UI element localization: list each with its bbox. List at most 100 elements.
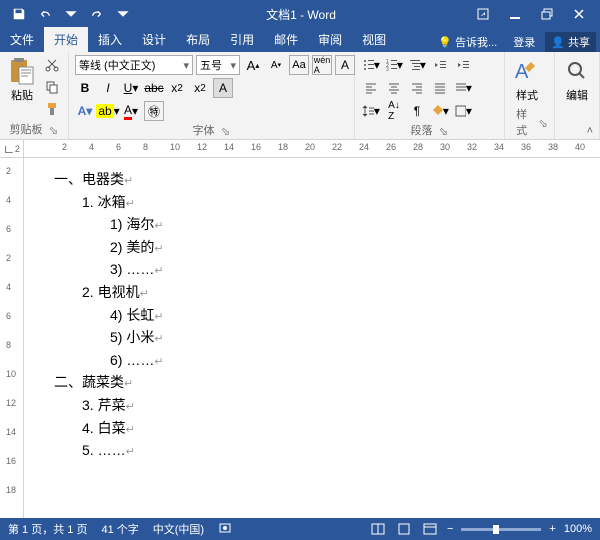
tab-home[interactable]: 开始: [44, 27, 88, 52]
ribbon-display-options[interactable]: [468, 3, 498, 25]
change-case-button[interactable]: Aa: [289, 55, 309, 75]
chevron-down-icon[interactable]: ▾: [179, 59, 189, 72]
svg-text:3: 3: [386, 67, 389, 72]
zoom-slider[interactable]: [461, 528, 541, 531]
paragraph-launcher[interactable]: ⬂: [438, 125, 448, 135]
document-line[interactable]: 4) 长虹↵: [54, 304, 570, 327]
numbering-button[interactable]: 123▾: [384, 55, 404, 75]
horizontal-ruler[interactable]: ∟ 2 246810121416182022242628303234363840: [0, 140, 600, 158]
char-shading-button[interactable]: A: [213, 78, 233, 98]
tab-insert[interactable]: 插入: [88, 27, 132, 52]
distributed-button[interactable]: ▾: [453, 78, 473, 98]
print-layout-button[interactable]: [395, 522, 413, 536]
underline-button[interactable]: U▾: [121, 78, 141, 98]
shrink-font-button[interactable]: A▾: [266, 55, 286, 75]
save-button[interactable]: [8, 3, 30, 25]
enclose-char-button[interactable]: ㊕: [144, 101, 164, 121]
multilevel-list-button[interactable]: ▾: [407, 55, 427, 75]
styles-launcher[interactable]: ⬂: [538, 117, 548, 127]
document-line[interactable]: 5. ……↵: [54, 439, 570, 462]
word-count[interactable]: 41 个字: [101, 521, 138, 537]
tab-file[interactable]: 文件: [0, 27, 44, 52]
ruler-tick: 4: [89, 142, 94, 152]
zoom-level[interactable]: 100%: [564, 523, 592, 535]
bullets-button[interactable]: ▾: [361, 55, 381, 75]
vertical-ruler[interactable]: 24624681012141618: [0, 158, 24, 518]
decrease-indent-button[interactable]: [430, 55, 450, 75]
paste-button[interactable]: 粘贴: [6, 55, 38, 105]
tab-review[interactable]: 审阅: [308, 27, 352, 52]
copy-button[interactable]: [42, 77, 62, 97]
format-painter-button[interactable]: [42, 99, 62, 119]
document-line[interactable]: 2. 电视机↵: [54, 281, 570, 304]
bold-button[interactable]: B: [75, 78, 95, 98]
grow-font-button[interactable]: A▴: [243, 55, 263, 75]
tab-mail[interactable]: 邮件: [264, 27, 308, 52]
superscript-button[interactable]: x2: [190, 78, 210, 98]
align-left-button[interactable]: [361, 78, 381, 98]
share-button[interactable]: 👤 共享: [545, 32, 596, 52]
qat-customize[interactable]: [112, 3, 134, 25]
zoom-in-button[interactable]: +: [549, 523, 555, 535]
subscript-button[interactable]: x2: [167, 78, 187, 98]
highlight-button[interactable]: ab▾: [98, 101, 118, 121]
minimize-button[interactable]: [500, 3, 530, 25]
document-page[interactable]: 一、电器类↵1. 冰箱↵1) 海尔↵2) 美的↵3) ……↵2. 电视机↵4) …: [24, 158, 600, 518]
font-name-combo[interactable]: 等线 (中文正文)▾: [75, 55, 193, 75]
styles-button[interactable]: A 样式: [511, 55, 543, 105]
page-indicator[interactable]: 第 1 页，共 1 页: [8, 521, 87, 537]
show-marks-button[interactable]: ¶: [407, 101, 427, 121]
strikethrough-button[interactable]: abc: [144, 78, 164, 98]
document-line[interactable]: 3. 芹菜↵: [54, 394, 570, 417]
close-button[interactable]: [564, 3, 594, 25]
text-effects-button[interactable]: A▾: [75, 101, 95, 121]
tab-selector[interactable]: ∟ 2: [0, 140, 24, 158]
borders-button[interactable]: ▾: [453, 101, 473, 121]
document-line[interactable]: 2) 美的↵: [54, 236, 570, 259]
collapse-ribbon[interactable]: ˄: [561, 124, 593, 137]
restore-button[interactable]: [532, 3, 562, 25]
macro-record-button[interactable]: [218, 521, 232, 538]
tell-me[interactable]: 💡 告诉我...: [432, 32, 503, 52]
char-border-button[interactable]: A: [335, 55, 355, 75]
sort-button[interactable]: A↓Z: [384, 101, 404, 121]
phonetic-guide-button[interactable]: wénA: [312, 55, 332, 75]
justify-button[interactable]: [430, 78, 450, 98]
ruler-tick: 16: [6, 456, 16, 466]
zoom-out-button[interactable]: −: [447, 523, 453, 535]
align-center-button[interactable]: [384, 78, 404, 98]
clipboard-launcher[interactable]: ⬂: [49, 124, 59, 134]
font-launcher[interactable]: ⬂: [220, 125, 230, 135]
editing-button[interactable]: 编辑: [561, 55, 593, 105]
undo-button[interactable]: [34, 3, 56, 25]
shading-button[interactable]: ▾: [430, 101, 450, 121]
chevron-down-icon[interactable]: ▾: [226, 59, 236, 72]
paragraph-mark-icon: ↵: [140, 288, 149, 300]
document-line[interactable]: 5) 小米↵: [54, 326, 570, 349]
tab-design[interactable]: 设计: [132, 27, 176, 52]
document-line[interactable]: 3) ……↵: [54, 258, 570, 281]
tab-layout[interactable]: 布局: [176, 27, 220, 52]
line-spacing-button[interactable]: ▾: [361, 101, 381, 121]
document-line[interactable]: 二、蔬菜类↵: [54, 371, 570, 394]
tab-references[interactable]: 引用: [220, 27, 264, 52]
language-indicator[interactable]: 中文(中国): [153, 521, 204, 537]
document-line[interactable]: 一、电器类↵: [54, 168, 570, 191]
cut-button[interactable]: [42, 55, 62, 75]
tab-view[interactable]: 视图: [352, 27, 396, 52]
redo-button[interactable]: [86, 3, 108, 25]
font-color-button[interactable]: A▾: [121, 101, 141, 121]
document-line[interactable]: 1) 海尔↵: [54, 213, 570, 236]
ruler-tick: 18: [6, 485, 16, 495]
document-line[interactable]: 6) ……↵: [54, 349, 570, 372]
font-size-combo[interactable]: 五号▾: [196, 55, 240, 75]
login-button[interactable]: 登录: [507, 32, 541, 52]
align-right-button[interactable]: [407, 78, 427, 98]
qat-dropdown[interactable]: [60, 3, 82, 25]
increase-indent-button[interactable]: [453, 55, 473, 75]
italic-button[interactable]: I: [98, 78, 118, 98]
document-line[interactable]: 4. 白菜↵: [54, 417, 570, 440]
web-layout-button[interactable]: [421, 522, 439, 536]
document-line[interactable]: 1. 冰箱↵: [54, 191, 570, 214]
read-mode-button[interactable]: [369, 522, 387, 536]
